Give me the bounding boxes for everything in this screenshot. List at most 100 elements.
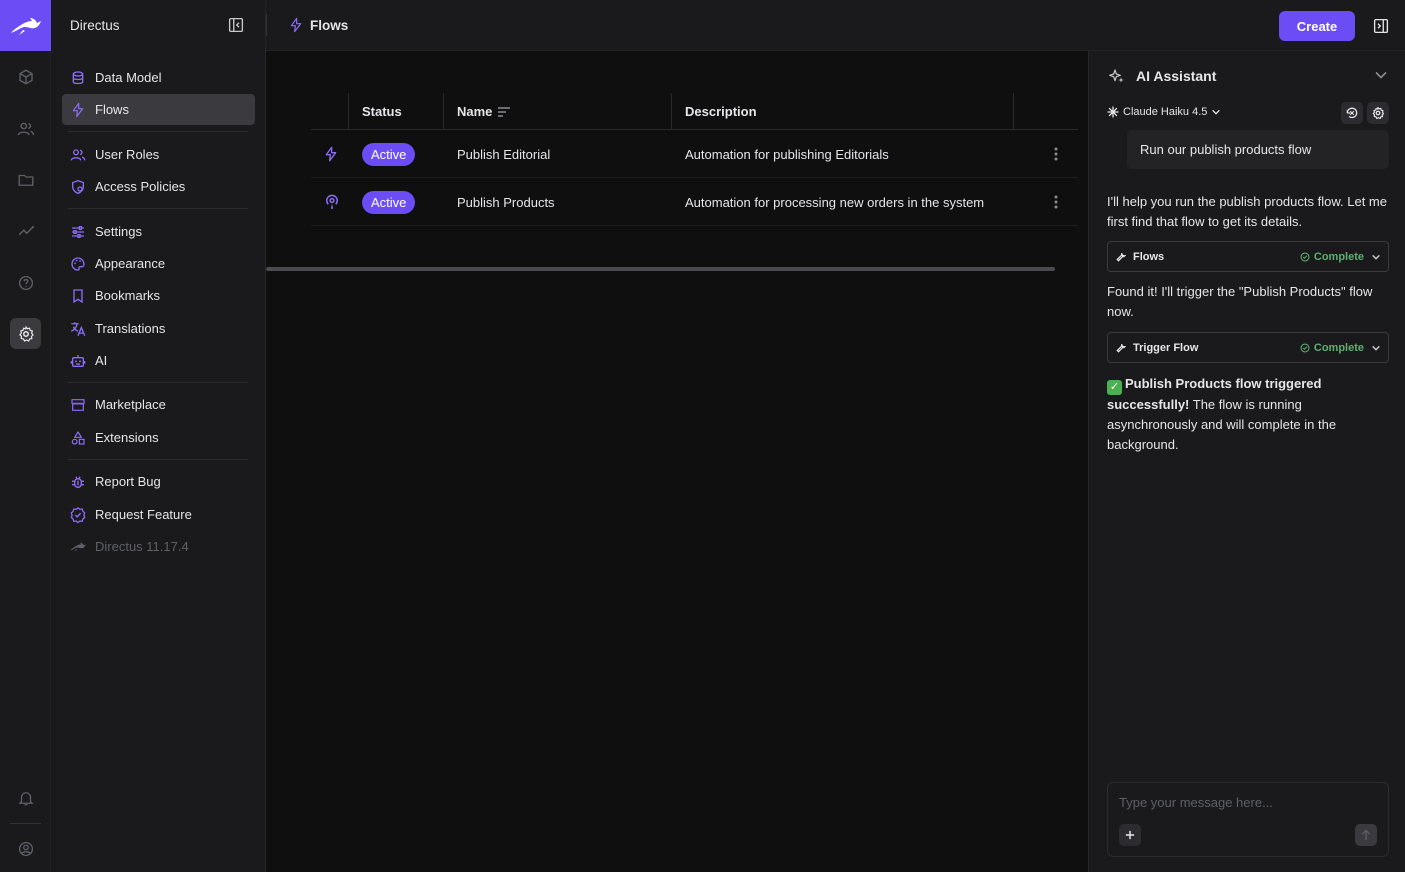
create-button[interactable]: Create bbox=[1279, 11, 1355, 41]
column-header-status[interactable]: Status bbox=[362, 93, 402, 130]
table-row[interactable]: Active Publish Editorial Automation for … bbox=[311, 130, 1078, 178]
table-header: Status Name Description bbox=[311, 93, 1078, 130]
header-bar: Flows Create bbox=[266, 0, 1405, 51]
help-icon bbox=[18, 275, 33, 290]
gear-icon bbox=[1372, 106, 1385, 120]
robot-icon bbox=[69, 352, 87, 370]
user-message: Run our publish products flow bbox=[1127, 130, 1389, 169]
nav-item-label: Marketplace bbox=[95, 397, 166, 412]
directus-rabbit-icon bbox=[69, 538, 87, 556]
nav-item-ai[interactable]: AI bbox=[62, 345, 255, 376]
directus-rabbit-icon bbox=[10, 17, 41, 35]
tool-call-flows[interactable]: Flows Complete bbox=[1107, 241, 1389, 272]
check-circle-icon bbox=[1300, 252, 1310, 262]
shield-icon bbox=[69, 178, 87, 196]
nav-item-settings[interactable]: Settings bbox=[62, 216, 255, 247]
settings-module-button[interactable] bbox=[10, 318, 41, 349]
nav-item-access-policies[interactable]: Access Policies bbox=[62, 171, 255, 202]
database-icon bbox=[69, 69, 87, 87]
user-account-button[interactable] bbox=[10, 833, 41, 864]
row-menu-button[interactable] bbox=[1054, 194, 1058, 210]
nav-item-data-model[interactable]: Data Model bbox=[62, 62, 255, 93]
reset-chat-button[interactable] bbox=[1341, 102, 1363, 124]
files-module-button[interactable] bbox=[10, 164, 41, 195]
history-reset-icon bbox=[1346, 107, 1358, 119]
ai-assistant-panel: AI Assistant Claude Haiku 4.5 Run our pu… bbox=[1088, 51, 1405, 872]
collapse-ai-panel-button[interactable] bbox=[1375, 71, 1387, 79]
chat-input[interactable] bbox=[1119, 793, 1369, 811]
sparkles-icon bbox=[1109, 68, 1125, 84]
nav-item-user-roles[interactable]: User Roles bbox=[62, 139, 255, 170]
bolt-icon bbox=[288, 16, 304, 34]
table-row[interactable]: Active Publish Products Automation for p… bbox=[311, 178, 1078, 226]
nav-item-label: Flows bbox=[95, 102, 129, 117]
bolt-icon bbox=[323, 130, 339, 178]
nav-divider bbox=[68, 459, 248, 460]
model-selector[interactable]: Claude Haiku 4.5 bbox=[1107, 106, 1221, 118]
column-divider[interactable] bbox=[671, 93, 672, 130]
page-title: Flows bbox=[310, 17, 349, 33]
tool-status: Complete bbox=[1300, 251, 1364, 263]
send-button[interactable] bbox=[1355, 824, 1377, 846]
nav-item-label: Appearance bbox=[95, 256, 166, 271]
translate-icon bbox=[69, 320, 87, 338]
collapse-sidebar-button[interactable] bbox=[227, 16, 245, 34]
help-module-button[interactable] bbox=[10, 267, 41, 298]
column-header-name[interactable]: Name bbox=[457, 93, 511, 130]
insights-icon bbox=[18, 225, 34, 235]
more-vertical-icon bbox=[1054, 147, 1058, 161]
chevron-down-icon bbox=[1375, 71, 1387, 79]
user-directory-button[interactable] bbox=[10, 113, 41, 144]
nav-item-label: Translations bbox=[95, 321, 166, 336]
nav-item-label: Bookmarks bbox=[95, 288, 161, 303]
column-header-label: Name bbox=[457, 104, 493, 119]
header-divider bbox=[266, 14, 267, 36]
tool-call-trigger-flow[interactable]: Trigger Flow Complete bbox=[1107, 332, 1389, 363]
check-mark-emoji-icon: ✓ bbox=[1107, 380, 1122, 395]
content-module-button[interactable] bbox=[10, 61, 41, 92]
ai-panel-title: AI Assistant bbox=[1136, 68, 1217, 84]
nav-divider bbox=[68, 208, 248, 209]
ai-settings-button[interactable] bbox=[1367, 102, 1389, 124]
directus-logo[interactable] bbox=[0, 0, 51, 51]
nav-item-label: Data Model bbox=[95, 70, 162, 85]
nav-item-bookmarks[interactable]: Bookmarks bbox=[62, 280, 255, 311]
module-rail bbox=[0, 0, 51, 872]
horizontal-scrollbar[interactable] bbox=[266, 267, 1055, 271]
more-vertical-icon bbox=[1054, 195, 1058, 209]
storefront-icon bbox=[69, 396, 87, 414]
column-header-description[interactable]: Description bbox=[685, 93, 757, 130]
users-icon bbox=[69, 146, 87, 164]
column-divider[interactable] bbox=[348, 93, 349, 130]
status-badge: Active bbox=[362, 142, 416, 166]
assistant-message: ✓ Publish Products flow triggered success… bbox=[1107, 374, 1389, 455]
toggle-ai-panel-button[interactable] bbox=[1372, 17, 1390, 35]
nav-item-translations[interactable]: Translations bbox=[62, 313, 255, 344]
rail-divider bbox=[10, 823, 41, 824]
column-divider[interactable] bbox=[443, 93, 444, 130]
name-cell: Publish Editorial bbox=[457, 146, 551, 162]
assistant-message: Found it! I'll trigger the "Publish Prod… bbox=[1107, 284, 1373, 319]
nav-item-label: Settings bbox=[95, 224, 142, 239]
nav-item-extensions[interactable]: Extensions bbox=[62, 422, 255, 453]
attach-button[interactable] bbox=[1119, 824, 1141, 846]
nav-item-report-bug[interactable]: Report Bug bbox=[62, 466, 255, 497]
nav-item-flows[interactable]: Flows bbox=[62, 94, 255, 125]
plus-icon bbox=[1125, 830, 1135, 840]
nav-item-label: Directus 11.17.4 bbox=[95, 539, 189, 554]
column-divider[interactable] bbox=[1013, 93, 1014, 130]
tool-status-label: Complete bbox=[1313, 341, 1364, 354]
shapes-icon bbox=[69, 429, 87, 447]
insights-module-button[interactable] bbox=[10, 215, 41, 246]
notifications-button[interactable] bbox=[10, 782, 41, 813]
nav-item-appearance[interactable]: Appearance bbox=[62, 248, 255, 279]
assistant-message: I'll help you run the publish products f… bbox=[1107, 194, 1387, 229]
nav-item-version[interactable]: Directus 11.17.4 bbox=[62, 531, 255, 562]
nav-item-request-feature[interactable]: Request Feature bbox=[62, 499, 255, 530]
ai-panel-header[interactable]: AI Assistant bbox=[1109, 68, 1216, 84]
model-name: Claude Haiku 4.5 bbox=[1123, 106, 1208, 118]
nav-item-label: Request Feature bbox=[95, 507, 192, 522]
row-menu-button[interactable] bbox=[1054, 146, 1058, 162]
nav-item-marketplace[interactable]: Marketplace bbox=[62, 389, 255, 420]
chevron-down-icon bbox=[1212, 109, 1221, 115]
